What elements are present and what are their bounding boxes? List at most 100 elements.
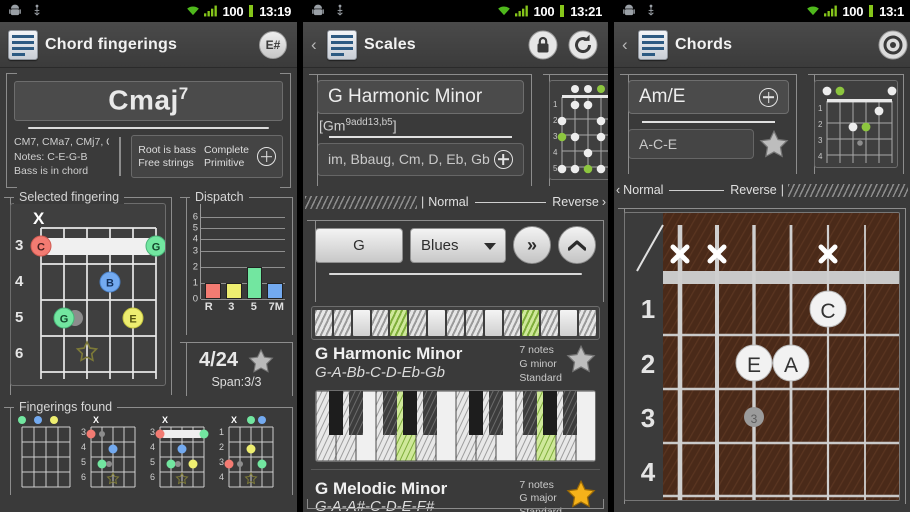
- app-logo-icon: [8, 29, 38, 60]
- piano-keyboard[interactable]: [315, 389, 596, 462]
- chord-header-row: Am/E A-C-E 1 2 3 4: [614, 68, 910, 176]
- page-title: Chords: [675, 35, 733, 53]
- status-right-icons: 100 13:21: [497, 4, 604, 19]
- chord-mini-fretboard[interactable]: 1 2 3 4: [814, 80, 898, 168]
- chord-name: Am/E: [639, 86, 686, 107]
- flag-0: Root is bass: [138, 144, 197, 157]
- status-bar: 100 13:1: [614, 0, 910, 22]
- svg-text:3: 3: [818, 136, 823, 145]
- scale-mini-fretboard[interactable]: 1 2 3 4 5: [548, 80, 608, 180]
- normal-reverse-slider[interactable]: | Normal Reverse ›: [305, 192, 606, 212]
- scale-chord-bracket: [Gm9add13,b5]: [317, 114, 524, 134]
- piano-keys: [316, 390, 595, 461]
- status-left-icons: [4, 4, 44, 18]
- slider-handle[interactable]: |: [417, 195, 428, 209]
- svg-text:4: 4: [81, 442, 86, 452]
- bracket-sup: 9add13,b5: [345, 117, 393, 128]
- chart-plot-area: [200, 202, 285, 300]
- list-item[interactable]: 1 2 3 4 X: [217, 413, 283, 491]
- wifi-icon: [498, 6, 511, 16]
- back-chevron-icon[interactable]: ‹: [622, 36, 631, 53]
- chart-bars: [205, 203, 283, 299]
- svg-text:X: X: [93, 415, 99, 425]
- scale-name-field[interactable]: G Harmonic Minor: [317, 80, 524, 114]
- chord-name[interactable]: Cmaj7: [14, 81, 283, 122]
- xtick-1: 3: [228, 300, 235, 313]
- selected-fingering-diagram[interactable]: X 3 4 5 6 C G B G E: [10, 202, 166, 386]
- page-title: Scales: [364, 35, 416, 53]
- svg-text:1: 1: [818, 104, 823, 113]
- chord-flags: Root is bass Complete Free strings Primi…: [138, 144, 249, 169]
- slider-chevron-icon[interactable]: ›: [599, 195, 606, 209]
- slider-handle[interactable]: |: [777, 183, 788, 197]
- root-note-button[interactable]: G: [315, 227, 403, 263]
- list-item[interactable]: 3456 X: [286, 413, 287, 491]
- svg-text:3: 3: [751, 412, 758, 426]
- fingering-and-dispatch-row: Selected fingering X 3 4 5 6 C G B G E D…: [0, 186, 297, 398]
- svg-text:4: 4: [553, 148, 558, 157]
- scale-type-spinner[interactable]: Blues: [410, 227, 506, 263]
- usb-icon: [648, 4, 654, 16]
- svg-text:4: 4: [641, 457, 656, 487]
- star-icon[interactable]: [248, 348, 274, 374]
- svg-text:3: 3: [641, 403, 655, 433]
- scale-keystrip[interactable]: [311, 306, 600, 340]
- scale-result-name: G Melodic Minor: [315, 478, 448, 498]
- double-chevron-right-icon[interactable]: »: [513, 226, 551, 264]
- selected-fingering-legend: Selected fingering: [14, 189, 125, 204]
- svg-text:4: 4: [818, 152, 823, 161]
- title-bar: ‹ Scales: [303, 22, 608, 68]
- star-icon[interactable]: [759, 129, 789, 159]
- list-item[interactable]: 3456 X: [79, 413, 145, 491]
- scale-related-field[interactable]: im, Bbaug, Cm, D, Eb, Gb: [317, 142, 524, 176]
- slider-right-label: Reverse: [730, 183, 777, 197]
- bracket-suffix: ]: [392, 117, 397, 134]
- chord-fretboard[interactable]: 1 2 3 4 C E A 3: [624, 212, 900, 501]
- titlebar-actions: [528, 30, 600, 60]
- slider-track-hatch: [788, 183, 908, 197]
- scale-result-meta: 7 notes G minor Standard: [519, 344, 566, 386]
- wifi-icon: [187, 6, 200, 16]
- plus-circle-icon[interactable]: [493, 149, 513, 169]
- usb-icon: [337, 4, 343, 16]
- fingerings-found-legend: Fingerings found: [14, 399, 118, 414]
- scale-result-head: G Harmonic Minor G-A-Bb-C-D-Eb-Gb 7 note…: [315, 344, 596, 386]
- settings-icon[interactable]: [878, 30, 908, 60]
- status-right-icons: 100 13:19: [186, 4, 293, 19]
- fretboard-graphic: 1 2 3 4 C E A 3: [636, 213, 899, 500]
- list-item[interactable]: [10, 413, 76, 491]
- chord-notes-row: A-C-E: [628, 129, 789, 159]
- lock-icon[interactable]: [528, 30, 558, 60]
- scale-header-row: G Harmonic Minor [Gm9add13,b5] im, Bbaug…: [303, 68, 608, 188]
- plus-circle-icon[interactable]: [257, 147, 276, 167]
- list-item[interactable]: 3456 X: [148, 413, 214, 491]
- scale-related-chords: im, Bbaug, Cm, D, Eb, Gb: [328, 151, 490, 168]
- star-icon-grey[interactable]: [566, 344, 596, 374]
- svg-text:2: 2: [641, 349, 655, 379]
- slider-chevron-icon[interactable]: ‹: [616, 183, 623, 197]
- chord-name-field[interactable]: Am/E: [628, 80, 789, 114]
- chord-flags-box[interactable]: Root is bass Complete Free strings Primi…: [131, 135, 283, 178]
- chord-notes-field[interactable]: A-C-E: [628, 129, 754, 159]
- span-value: Span:3/3: [211, 374, 262, 389]
- clock: 13:21: [570, 3, 602, 19]
- slider-left-label: Normal: [428, 195, 469, 209]
- app-logo-icon: [638, 29, 668, 60]
- scale-result-text: G Harmonic Minor G-A-Bb-C-D-Eb-Gb: [315, 344, 462, 382]
- refresh-icon[interactable]: [568, 30, 598, 60]
- key-selector-button[interactable]: E#: [259, 30, 287, 59]
- fingerings-thumb-list[interactable]: 3456 X 3456 X 1 2 3 4 X: [10, 413, 287, 491]
- fretboard-grid: C G B G E: [30, 226, 165, 379]
- chord-name-text: Cmaj: [108, 84, 179, 116]
- scale-results-list[interactable]: G Harmonic Minor G-A-Bb-C-D-Eb-Gb 7 note…: [303, 340, 608, 512]
- plus-circle-icon[interactable]: [759, 87, 778, 107]
- chord-name-sup: 7: [178, 84, 189, 103]
- selected-fingering-frame: Selected fingering X 3 4 5 6 C G B G E: [4, 189, 172, 396]
- back-chevron-icon[interactable]: ‹: [311, 36, 320, 53]
- list-item[interactable]: G Harmonic Minor G-A-Bb-C-D-Eb-Gb 7 note…: [309, 340, 602, 464]
- normal-reverse-slider[interactable]: ‹ Normal Reverse |: [616, 180, 908, 200]
- slider-right-label: Reverse: [552, 195, 599, 209]
- svg-text:E: E: [747, 354, 761, 377]
- status-left-icons: [618, 4, 658, 18]
- chevron-up-icon[interactable]: [558, 226, 596, 264]
